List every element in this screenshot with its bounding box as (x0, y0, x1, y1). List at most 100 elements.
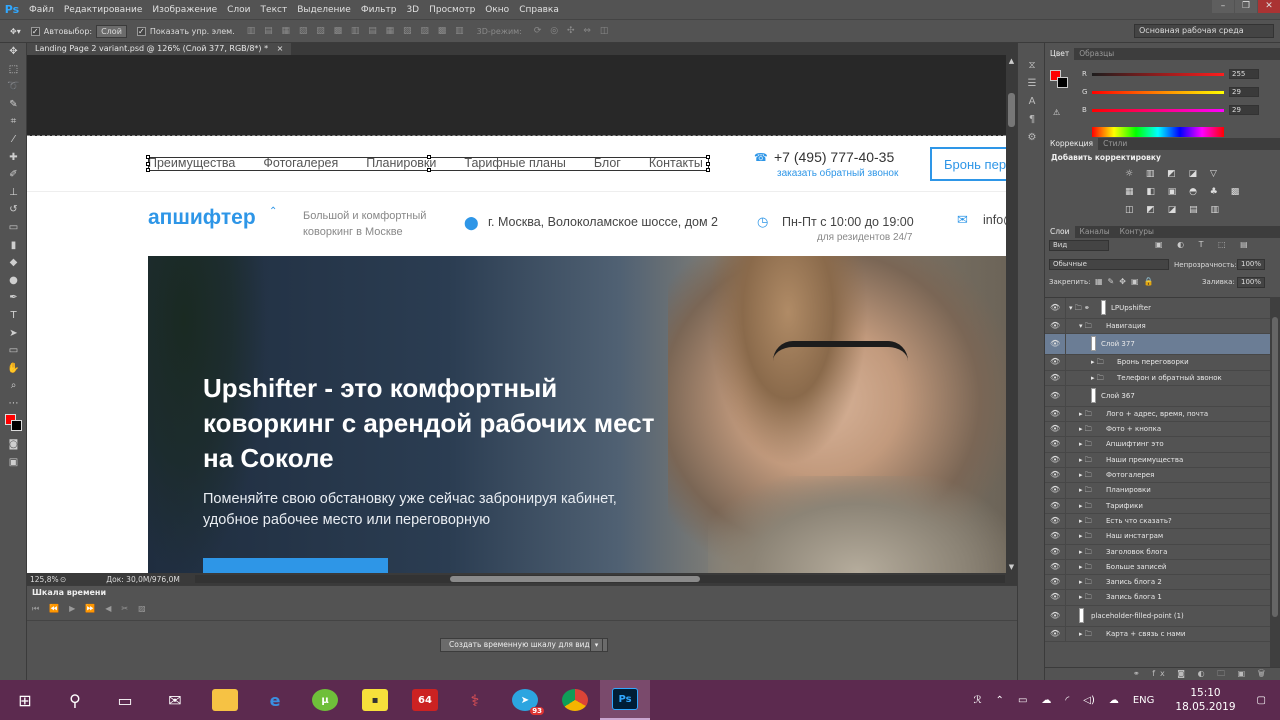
folder-icon[interactable]: ▸ 🗀 (1079, 471, 1092, 482)
folder-icon[interactable]: ▸ 🗀 (1079, 502, 1092, 513)
green-channel[interactable]: G 29 (1082, 87, 1277, 98)
move-tool-preset-icon[interactable]: ✥▾ (10, 27, 21, 36)
channel-value[interactable]: 29 (1229, 105, 1259, 115)
zoom-tool-icon[interactable]: ⌕ (0, 377, 27, 395)
people-icon[interactable]: ℛ (974, 695, 982, 706)
tab-layers[interactable]: Слои (1045, 226, 1075, 238)
layer-group[interactable]: 👁 ▸ 🗀 Есть что сказать? (1045, 513, 1270, 530)
3d-mode-icons[interactable]: ⟳ ◎ ✣ ⇔ ◫ (534, 26, 611, 36)
chevron-up-icon[interactable]: ⌃ (996, 695, 1004, 706)
layer-group[interactable]: 👁 ▸ 🗀 Бронь переговорки (1045, 355, 1270, 371)
layer-group[interactable]: 👁 ▸ 🗀 Карта + связь с нами (1045, 626, 1270, 643)
tab-color[interactable]: Цвет (1045, 48, 1075, 60)
zoom-icon[interactable]: ⊙ (60, 575, 66, 584)
brush-tool-icon[interactable]: ✐ (0, 166, 27, 184)
telegram-icon[interactable]: ➤ 93 (500, 680, 550, 720)
file-explorer-icon[interactable] (200, 680, 250, 720)
zoom-level[interactable]: 125,8% (30, 575, 60, 584)
autoselect-select[interactable]: Слой (96, 24, 127, 38)
history-brush-tool-icon[interactable]: ↺ (0, 201, 27, 219)
restore-icon[interactable]: ❐ (1235, 0, 1257, 13)
chevron-down-icon[interactable]: ▾ (590, 638, 603, 652)
folder-icon[interactable]: ▸ 🗀 (1079, 630, 1092, 641)
eye-icon[interactable]: 👁 (1050, 321, 1060, 330)
workspace-select[interactable]: Основная рабочая среда (1134, 24, 1274, 38)
eye-icon[interactable]: 👁 (1050, 629, 1060, 638)
eye-icon[interactable]: 👁 (1050, 391, 1060, 400)
tab-close-icon[interactable]: × (277, 44, 284, 53)
transform-handle[interactable] (146, 155, 150, 159)
layer-group[interactable]: 👁 ▸ 🗀 Больше записей (1045, 559, 1270, 576)
folder-icon[interactable]: ▸ 🗀 (1079, 456, 1092, 467)
red-channel[interactable]: R 255 (1082, 69, 1277, 80)
mail-app-icon[interactable]: ✉ (150, 680, 200, 720)
channel-value[interactable]: 29 (1229, 87, 1259, 97)
eye-icon[interactable]: 👁 (1050, 303, 1060, 312)
menu-window[interactable]: Окно (480, 5, 514, 15)
adjustment-icons-row2[interactable]: ▦ ◧ ▣ ◓ ♣ ▩ (1125, 187, 1239, 197)
eye-icon[interactable]: 👁 (1050, 611, 1060, 620)
menu-view[interactable]: Просмотр (424, 5, 480, 15)
transform-handle[interactable] (706, 168, 710, 172)
menu-file[interactable]: Файл (24, 5, 59, 15)
menu-select[interactable]: Выделение (292, 5, 356, 15)
eye-icon[interactable]: 👁 (1050, 373, 1060, 382)
input-language[interactable]: ENG (1133, 695, 1155, 706)
canvas-area[interactable]: Преимущества Фотогалерея Планировки Тари… (27, 55, 1017, 573)
sticky-notes-icon[interactable]: ▪ (350, 680, 400, 720)
tab-paths[interactable]: Контуры (1115, 226, 1159, 238)
cloud-icon[interactable]: ☁ (1041, 695, 1051, 706)
eye-icon[interactable]: 👁 (1050, 470, 1060, 479)
properties-icon[interactable]: ☰ (1018, 75, 1046, 93)
lock-icons[interactable]: ▦✎✥▣🔒 (1095, 277, 1158, 286)
folder-icon[interactable]: ▸ 🗀 (1079, 440, 1092, 451)
channel-slider[interactable] (1092, 109, 1224, 112)
background-color[interactable] (1057, 77, 1068, 88)
folder-icon[interactable]: ▸ 🗀 (1079, 486, 1092, 497)
lasso-tool-icon[interactable]: ➰ (0, 78, 27, 96)
transform-handle[interactable] (427, 155, 431, 159)
layers-footer-icons[interactable]: ⚭ fx ◙ ◐ 🗀 ▣ 🗑 (1045, 667, 1280, 680)
transform-handle[interactable] (146, 168, 150, 172)
gradient-tool-icon[interactable]: ▮ (0, 237, 27, 255)
eye-icon[interactable]: 👁 (1050, 409, 1060, 418)
eye-icon[interactable]: 👁 (1050, 547, 1060, 556)
background-color[interactable] (11, 420, 22, 432)
folder-icon[interactable]: ▸ 🗀 (1079, 593, 1092, 604)
horizontal-scrollbar[interactable] (195, 575, 1005, 583)
artboard-page[interactable]: Преимущества Фотогалерея Планировки Тари… (27, 136, 1006, 573)
phone-number[interactable]: +7 (495) 777-40-35 (774, 149, 894, 165)
tab-swatches[interactable]: Образцы (1074, 48, 1119, 60)
eyedropper-tool-icon[interactable]: ⁄ (0, 131, 27, 149)
move-tool-icon[interactable]: ✥ (0, 43, 27, 61)
layers-scrollbar[interactable] (1270, 297, 1280, 667)
task-view-icon[interactable]: ▭ (100, 680, 150, 720)
eye-icon[interactable]: 👁 (1050, 516, 1060, 525)
folder-icon[interactable]: ▾ 🗀 (1079, 322, 1092, 333)
color-swatches[interactable] (0, 412, 26, 436)
layer-group[interactable]: 👁 ▸ 🗀 Фото + кнопка (1045, 422, 1270, 438)
eye-icon[interactable]: 👁 (1050, 455, 1060, 464)
show-controls-checkbox[interactable]: ✓ Показать упр. элем. (136, 26, 235, 36)
more-tools-icon[interactable]: ⋯ (0, 395, 27, 413)
scrollbar-thumb[interactable] (1008, 93, 1015, 127)
eye-icon[interactable]: 👁 (1050, 577, 1060, 586)
scrollbar-thumb[interactable] (450, 576, 700, 582)
color-spectrum[interactable] (1092, 127, 1224, 137)
eraser-tool-icon[interactable]: ▭ (0, 219, 27, 237)
layer-group[interactable]: 👁 ▾ 🗀 ⚭ LPUpshifter (1045, 298, 1270, 319)
shape-tool-icon[interactable]: ▭ (0, 342, 27, 360)
layer-group[interactable]: 👁 ▸ 🗀 Телефон и обратный звонок (1045, 370, 1270, 386)
adjustment-icons-row3[interactable]: ◫ ◩ ◪ ▤ ▥ (1125, 205, 1225, 215)
history-icon[interactable]: ⧖ (1018, 57, 1046, 75)
document-tab[interactable]: Landing Page 2 variant.psd @ 126% (Слой … (27, 43, 292, 55)
transform-bounding-box[interactable] (146, 155, 710, 172)
opacity-input[interactable]: 100% (1237, 259, 1265, 270)
fill-input[interactable]: 100% (1237, 277, 1265, 288)
volume-icon[interactable]: ◁) (1083, 695, 1095, 706)
tab-styles[interactable]: Стили (1098, 138, 1132, 150)
transform-handle[interactable] (427, 168, 431, 172)
eye-icon[interactable]: 👁 (1050, 592, 1060, 601)
quick-mask-icon[interactable]: ◙ (0, 436, 27, 454)
callback-link[interactable]: заказать обратный звонок (777, 168, 898, 179)
